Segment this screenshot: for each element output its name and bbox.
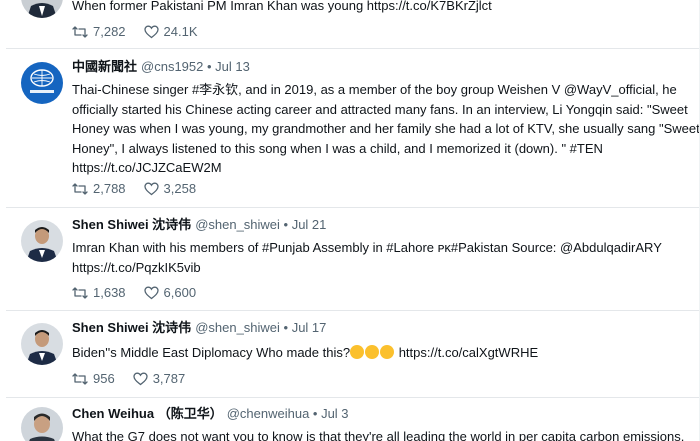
tweet-header: Shen Shiwei 沈诗伟 @shen_shiwei • Jul 21 bbox=[72, 216, 326, 234]
tweet-text-line: Biden''s Middle East Diplomacy Who made … bbox=[72, 343, 682, 363]
heart-icon bbox=[143, 182, 159, 195]
like-count: 24.1K bbox=[163, 24, 198, 39]
tweet-text: Thai-Chinese singer #李永钦, and in 2019, a… bbox=[72, 80, 700, 178]
retweet-button[interactable]: 7,282 bbox=[72, 24, 126, 39]
tweet-actions: 956 3,787 bbox=[72, 371, 203, 386]
avatar[interactable] bbox=[21, 0, 63, 18]
tweet-header: 中國新聞社 @cns1952 • Jul 13 bbox=[72, 58, 250, 76]
tweet-text-line: Thai-Chinese singer #李永钦, and in 2019, a… bbox=[72, 82, 677, 97]
tweet-link[interactable]: https://t.co/JCJZCaEW2M bbox=[72, 158, 682, 178]
retweet-icon bbox=[72, 25, 88, 38]
like-button[interactable]: 6,600 bbox=[143, 285, 197, 300]
author-name[interactable]: Chen Weihua （陈卫华） bbox=[72, 406, 223, 421]
heart-icon bbox=[133, 372, 148, 385]
heart-icon bbox=[143, 25, 159, 38]
tweet-link[interactable]: https://t.co/calXgtWRHE bbox=[395, 345, 538, 360]
retweet-count: 956 bbox=[93, 371, 115, 386]
tweet-text-line: Honey", I always listened to this song w… bbox=[72, 140, 603, 156]
tweet-text-body: Biden''s Middle East Diplomacy Who made … bbox=[72, 345, 351, 360]
divider bbox=[6, 397, 700, 398]
tweet-text: What the G7 does not want you to know is… bbox=[72, 427, 685, 441]
tweet-text-line: Honey was when I was young, my grandmoth… bbox=[72, 121, 700, 136]
retweet-icon bbox=[72, 286, 88, 299]
timeline-feed: When former Pakistani PM Imran Khan was … bbox=[0, 0, 700, 441]
like-button[interactable]: 3,787 bbox=[133, 371, 186, 386]
like-count: 3,787 bbox=[152, 371, 186, 386]
tweet-actions: 2,788 3,258 bbox=[72, 181, 214, 196]
tweet-header: Chen Weihua （陈卫华） @chenweihua • Jul 3 bbox=[72, 405, 349, 423]
author-handle-date[interactable]: @shen_shiwei • Jul 21 bbox=[195, 217, 326, 232]
author-name[interactable]: Shen Shiwei 沈诗伟 bbox=[72, 217, 191, 232]
tweet-text-line: officially started his Chinese acting ca… bbox=[72, 101, 688, 117]
tweet-actions: 1,638 6,600 bbox=[72, 285, 214, 300]
like-count: 3,258 bbox=[163, 181, 197, 196]
retweet-icon bbox=[72, 182, 88, 195]
retweet-icon bbox=[72, 372, 88, 385]
tweet-text-line: What the G7 does not want you to know is… bbox=[72, 429, 685, 441]
heart-icon bbox=[143, 286, 159, 299]
tweet-actions: 7,282 24.1K bbox=[72, 24, 216, 39]
retweet-count: 1,638 bbox=[93, 285, 126, 300]
avatar[interactable] bbox=[21, 323, 63, 365]
author-name[interactable]: Shen Shiwei 沈诗伟 bbox=[72, 320, 191, 335]
like-count: 6,600 bbox=[163, 285, 197, 300]
divider bbox=[6, 207, 700, 208]
tweet-header: Shen Shiwei 沈诗伟 @shen_shiwei • Jul 17 bbox=[72, 319, 326, 337]
tweet-text-line: When former Pakistani PM Imran Khan was … bbox=[72, 0, 492, 13]
laughing-emoji-icon bbox=[350, 345, 365, 359]
divider bbox=[6, 310, 700, 311]
tweet-text: When former Pakistani PM Imran Khan was … bbox=[72, 0, 682, 16]
tweet-text-line: Imran Khan with his members of #Punjab A… bbox=[72, 240, 662, 255]
author-handle-date[interactable]: @shen_shiwei • Jul 17 bbox=[195, 320, 326, 335]
avatar[interactable] bbox=[21, 62, 63, 104]
like-button[interactable]: 3,258 bbox=[143, 181, 197, 196]
author-handle-date[interactable]: @chenweihua • Jul 3 bbox=[227, 406, 349, 421]
laughing-emoji-icon bbox=[365, 345, 380, 359]
retweet-button[interactable]: 2,788 bbox=[72, 181, 126, 196]
retweet-button[interactable]: 1,638 bbox=[72, 285, 126, 300]
avatar[interactable] bbox=[21, 220, 63, 262]
divider bbox=[6, 48, 700, 49]
like-button[interactable]: 24.1K bbox=[143, 24, 198, 39]
tweet-text: Imran Khan with his members of #Punjab A… bbox=[72, 238, 682, 277]
retweet-button[interactable]: 956 bbox=[72, 371, 115, 386]
avatar[interactable] bbox=[21, 407, 63, 441]
retweet-count: 7,282 bbox=[93, 24, 126, 39]
tweet-text: Biden''s Middle East Diplomacy Who made … bbox=[72, 343, 682, 363]
tweet-link[interactable]: https://t.co/PqzkIK5vib bbox=[72, 258, 682, 278]
author-handle-date[interactable]: @cns1952 • Jul 13 bbox=[141, 59, 250, 74]
laughing-emoji-icon bbox=[380, 345, 395, 359]
author-name[interactable]: 中國新聞社 bbox=[72, 59, 137, 74]
retweet-count: 2,788 bbox=[93, 181, 126, 196]
